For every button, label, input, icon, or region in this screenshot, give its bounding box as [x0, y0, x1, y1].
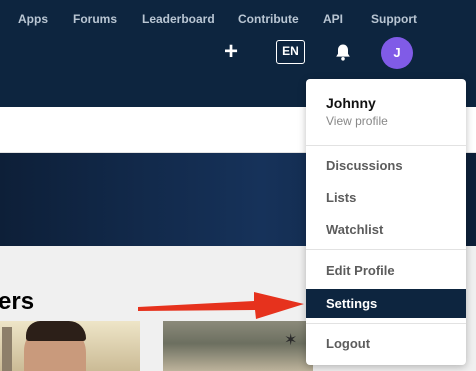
nav-link-contribute[interactable]: Contribute	[238, 12, 299, 26]
nav-link-leaderboard[interactable]: Leaderboard	[142, 12, 215, 26]
add-icon[interactable]: +	[220, 40, 242, 64]
menu-divider	[306, 249, 466, 250]
annotation-arrow-icon	[138, 292, 304, 319]
user-menu-dropdown: Johnny View profile Discussions Lists Wa…	[306, 79, 466, 365]
nav-link-support[interactable]: Support	[371, 12, 417, 26]
menu-item-discussions[interactable]: Discussions	[306, 152, 466, 180]
nav-links: Apps Forums Leaderboard Contribute API S…	[0, 12, 476, 30]
nav-link-api[interactable]: API	[323, 12, 343, 26]
media-card-poster[interactable]	[0, 321, 140, 371]
menu-username: Johnny	[326, 95, 376, 111]
nav-link-forums[interactable]: Forums	[73, 12, 117, 26]
menu-divider	[306, 323, 466, 324]
menu-item-lists[interactable]: Lists	[306, 184, 466, 212]
language-button[interactable]: EN	[276, 40, 305, 64]
menu-item-watchlist[interactable]: Watchlist	[306, 216, 466, 244]
poster-tower-shape	[2, 327, 12, 371]
poster-figure-shape: ✶	[284, 332, 298, 349]
menu-divider	[306, 145, 466, 146]
media-card-poster[interactable]: ✶	[163, 321, 313, 371]
poster-hair-shape	[26, 321, 86, 341]
bell-icon[interactable]	[333, 42, 353, 62]
nav-link-apps[interactable]: Apps	[18, 12, 48, 26]
menu-item-logout[interactable]: Logout	[306, 330, 466, 358]
section-heading: ers	[0, 288, 35, 315]
menu-item-settings[interactable]: Settings	[306, 289, 466, 318]
menu-item-edit-profile[interactable]: Edit Profile	[306, 257, 466, 285]
view-profile-link[interactable]: View profile	[326, 114, 388, 128]
avatar[interactable]: J	[381, 37, 413, 69]
